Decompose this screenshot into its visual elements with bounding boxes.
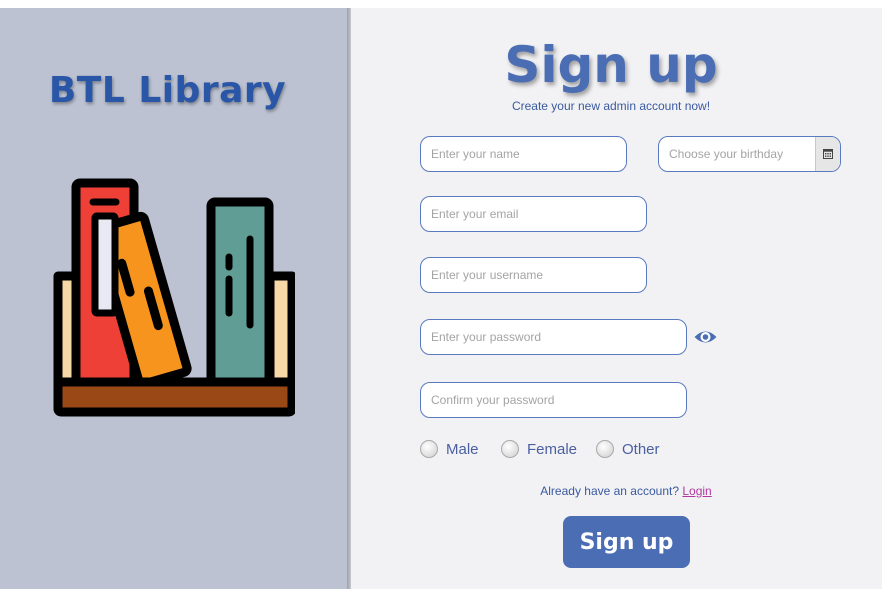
birthday-input[interactable]	[667, 146, 815, 162]
app-title: BTL Library	[48, 70, 287, 111]
username-input[interactable]	[429, 267, 638, 283]
name-field[interactable]	[420, 136, 627, 172]
login-link[interactable]: Login	[682, 484, 711, 498]
radio-button[interactable]	[596, 440, 614, 458]
radio-button[interactable]	[501, 440, 519, 458]
password-input[interactable]	[429, 329, 678, 345]
radio-button[interactable]	[420, 440, 438, 458]
form-title: Sign up	[504, 36, 718, 94]
signup-panel	[351, 8, 882, 589]
gender-male-radio[interactable]: Male	[420, 440, 479, 458]
email-field[interactable]	[420, 196, 647, 232]
calendar-icon	[823, 149, 833, 159]
radio-label: Male	[446, 440, 479, 458]
eye-icon[interactable]	[693, 327, 718, 347]
radio-label: Female	[527, 440, 578, 458]
login-prompt-line: Already have an account? Login	[351, 484, 882, 498]
password-field[interactable]	[420, 319, 687, 355]
gender-other-radio[interactable]: Other	[596, 440, 660, 458]
gender-female-radio[interactable]: Female	[501, 440, 577, 458]
email-input[interactable]	[429, 206, 638, 222]
form-subtitle: Create your new admin account now!	[511, 99, 711, 113]
username-field[interactable]	[420, 257, 647, 293]
calendar-button[interactable]	[815, 137, 840, 171]
signup-button[interactable]: Sign up	[563, 516, 690, 568]
name-input[interactable]	[429, 146, 618, 162]
confirm-password-input[interactable]	[429, 392, 678, 408]
login-prompt: Already have an account?	[540, 484, 680, 498]
confirm-password-field[interactable]	[420, 382, 687, 418]
radio-label: Other	[622, 440, 660, 458]
birthday-field[interactable]	[658, 136, 841, 172]
books-on-shelf-icon	[53, 178, 295, 417]
